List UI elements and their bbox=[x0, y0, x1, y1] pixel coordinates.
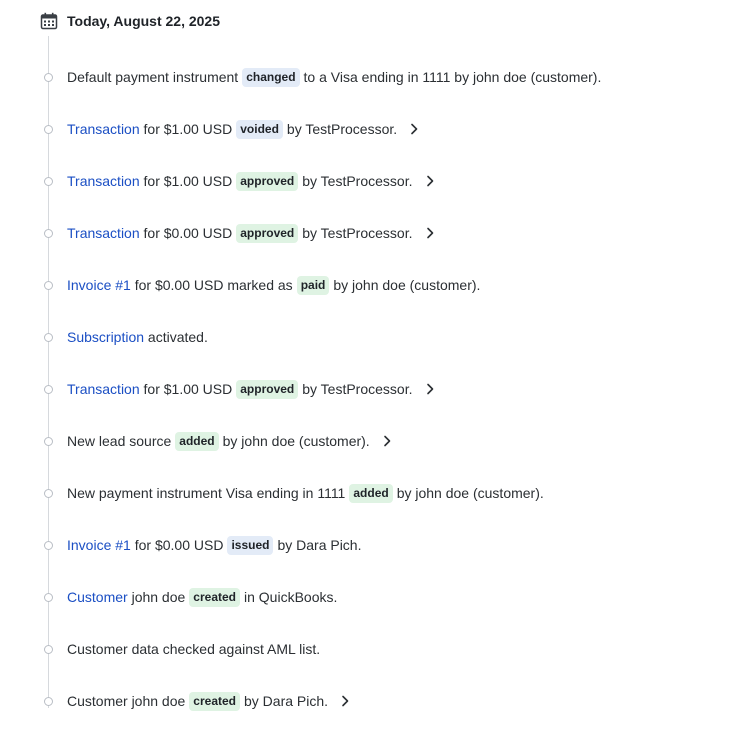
event-link[interactable]: Subscription bbox=[67, 329, 144, 345]
timeline-dot bbox=[44, 696, 53, 706]
timeline-dot bbox=[44, 124, 53, 134]
chevron-right-icon[interactable] bbox=[409, 123, 419, 135]
chevron-right-icon[interactable] bbox=[425, 383, 435, 395]
event-link[interactable]: Invoice #1 bbox=[67, 277, 131, 293]
event-text-segment: to a Visa ending in 1111 by john doe (cu… bbox=[303, 69, 602, 85]
chevron-right-icon[interactable] bbox=[425, 227, 435, 239]
event-link[interactable]: Customer bbox=[67, 589, 128, 605]
event-text-segment: by TestProcessor. bbox=[286, 121, 398, 137]
event-text: Transaction for $1.00 USD approved by Test… bbox=[67, 171, 413, 191]
event-text: Default payment instrument changed to a Vi… bbox=[67, 67, 602, 87]
event-text: New payment instrument Visa ending in 11… bbox=[67, 483, 544, 503]
event-text: Invoice #1 for $0.00 USD issued by Dara Pi… bbox=[67, 535, 362, 555]
event-text-segment: Default payment instrument bbox=[67, 69, 239, 85]
event-link[interactable]: Invoice #1 bbox=[67, 537, 131, 553]
event-text: New lead source added by john doe (custome… bbox=[67, 431, 370, 451]
status-badge: issued bbox=[227, 535, 274, 555]
timeline-event: Customer john doe created in QuickBooks. bbox=[44, 585, 337, 609]
timeline-dot bbox=[44, 384, 53, 394]
event-text-segment: by TestProcessor. bbox=[302, 173, 413, 189]
event-text: Invoice #1 for $0.00 USD marked as paid by… bbox=[67, 275, 481, 295]
event-link[interactable]: Transaction bbox=[67, 381, 140, 397]
timeline-event[interactable]: Transaction for $0.00 USD approved by Test… bbox=[44, 221, 435, 245]
status-badge: approved bbox=[236, 171, 299, 191]
timeline-dot bbox=[44, 436, 53, 446]
timeline-dot bbox=[44, 592, 53, 602]
status-badge: approved bbox=[236, 223, 299, 243]
event-text-segment: for $1.00 USD bbox=[139, 381, 233, 397]
timeline-dot bbox=[44, 280, 53, 290]
event-text-segment: New lead source bbox=[67, 433, 172, 449]
event-text: Transaction for $1.00 USD voided by TestPr… bbox=[67, 119, 398, 139]
activity-timeline: Default payment instrument changed to a Vi… bbox=[0, 0, 748, 743]
event-text: Customer data checked against AML list. bbox=[67, 641, 320, 657]
timeline-event: Default payment instrument changed to a Vi… bbox=[44, 65, 601, 89]
timeline-dot bbox=[44, 644, 53, 654]
event-text-segment: by john doe (customer). bbox=[333, 277, 481, 293]
event-text-segment: by john doe (customer). bbox=[396, 485, 544, 501]
chevron-right-icon[interactable] bbox=[382, 435, 392, 447]
event-text-segment: for $0.00 USD marked as bbox=[130, 277, 293, 293]
event-text-segment: activated. bbox=[144, 329, 208, 345]
event-text-segment: Customer data checked against AML list. bbox=[67, 641, 321, 657]
status-badge: voided bbox=[236, 119, 283, 139]
event-text-segment: Customer john doe bbox=[67, 693, 186, 709]
event-text: Customer john doe created in QuickBooks. bbox=[67, 587, 338, 607]
chevron-right-icon[interactable] bbox=[425, 175, 435, 187]
timeline-event: Invoice #1 for $0.00 USD issued by Dara Pi… bbox=[44, 533, 362, 557]
event-text-segment: by Dara Pich. bbox=[244, 693, 329, 709]
timeline-event[interactable]: Transaction for $1.00 USD approved by Test… bbox=[44, 377, 435, 401]
timeline-event[interactable]: Customer john doe created by Dara Pich. bbox=[44, 689, 350, 713]
timeline-event: Customer data checked against AML list. bbox=[44, 637, 320, 661]
event-text-segment: by Dara Pich. bbox=[277, 537, 362, 553]
event-text-segment: for $0.00 USD bbox=[130, 537, 224, 553]
event-link[interactable]: Transaction bbox=[67, 121, 140, 137]
status-badge: created bbox=[189, 587, 240, 607]
status-badge: created bbox=[189, 691, 240, 711]
status-badge: changed bbox=[242, 67, 300, 87]
status-badge: paid bbox=[296, 275, 330, 295]
event-text-segment: for $0.00 USD bbox=[139, 225, 233, 241]
event-link[interactable]: Transaction bbox=[67, 225, 140, 241]
timeline-event: Subscription activated. bbox=[44, 325, 208, 349]
timeline-dot bbox=[44, 540, 53, 550]
event-text: Transaction for $0.00 USD approved by Test… bbox=[67, 223, 413, 243]
timeline-event: Invoice #1 for $0.00 USD marked as paid by… bbox=[44, 273, 480, 297]
event-text-segment: New payment instrument Visa ending in 11… bbox=[67, 485, 346, 501]
event-text-segment: for $1.00 USD bbox=[139, 173, 233, 189]
event-text-segment: for $1.00 USD bbox=[139, 121, 233, 137]
status-badge: added bbox=[349, 483, 393, 503]
status-badge: added bbox=[175, 431, 219, 451]
event-text: Subscription activated. bbox=[67, 329, 208, 345]
event-text-segment: by TestProcessor. bbox=[302, 381, 413, 397]
timeline-dot bbox=[44, 228, 53, 238]
timeline-event[interactable]: Transaction for $1.00 USD voided by TestPr… bbox=[44, 117, 419, 141]
timeline-event: New payment instrument Visa ending in 11… bbox=[44, 481, 544, 505]
chevron-right-icon[interactable] bbox=[340, 695, 350, 707]
event-text-segment: john doe bbox=[127, 589, 186, 605]
event-text-segment: by TestProcessor. bbox=[302, 225, 413, 241]
timeline-dot bbox=[44, 332, 53, 342]
status-badge: approved bbox=[236, 379, 299, 399]
event-text: Customer john doe created by Dara Pich. bbox=[67, 691, 329, 711]
event-link[interactable]: Transaction bbox=[67, 173, 140, 189]
timeline-event[interactable]: Transaction for $1.00 USD approved by Test… bbox=[44, 169, 435, 193]
timeline-dot bbox=[44, 176, 53, 186]
timeline-dot bbox=[44, 488, 53, 498]
event-text-segment: by john doe (customer). bbox=[222, 433, 370, 449]
timeline-event[interactable]: New lead source added by john doe (custome… bbox=[44, 429, 392, 453]
event-text: Transaction for $1.00 USD approved by Test… bbox=[67, 379, 413, 399]
event-text-segment: in QuickBooks. bbox=[244, 589, 338, 605]
timeline-dot bbox=[44, 72, 53, 82]
